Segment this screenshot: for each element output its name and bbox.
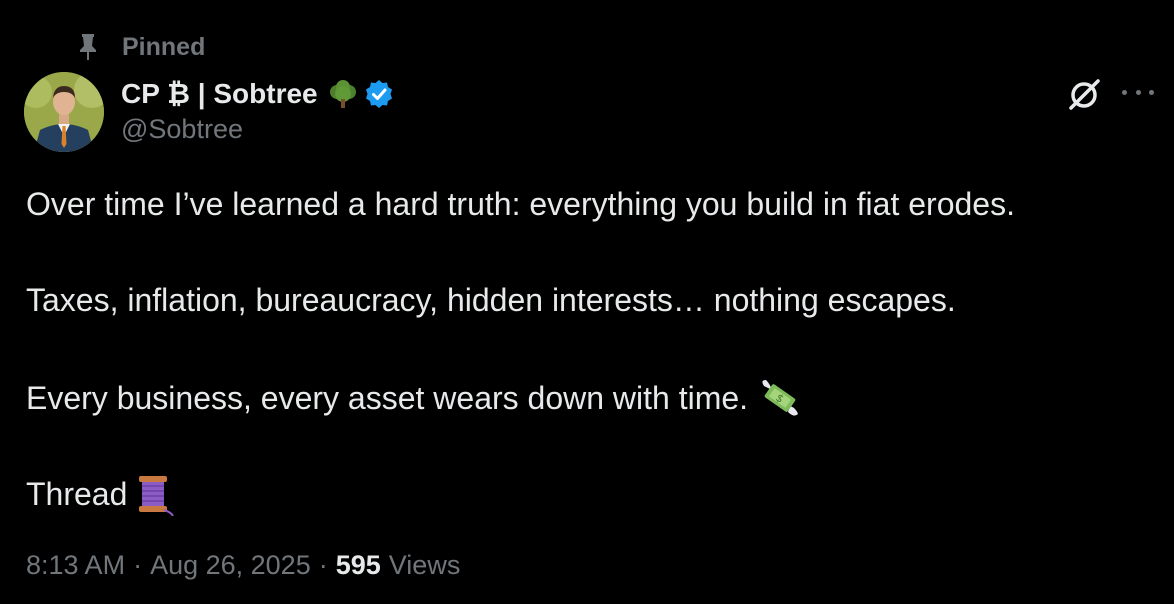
tweet-text-line-with-emoji: Every business, every asset wears down w… bbox=[26, 376, 802, 420]
pinned-label: Pinned bbox=[122, 32, 206, 61]
avatar[interactable] bbox=[24, 72, 104, 152]
more-dot bbox=[1135, 89, 1141, 95]
pin-icon bbox=[76, 33, 100, 61]
author-handle[interactable]: @Sobtree bbox=[121, 114, 243, 145]
tweet-text-line-with-emoji: Thread bbox=[26, 472, 175, 516]
meta-separator: · bbox=[318, 550, 328, 580]
pinned-indicator: Pinned bbox=[76, 30, 205, 64]
tweet-text-line: Thread bbox=[26, 476, 128, 512]
more-options-icon[interactable] bbox=[1122, 80, 1154, 104]
views-label[interactable]: Views bbox=[389, 550, 461, 581]
views-count[interactable]: 595 bbox=[336, 550, 381, 581]
grok-icon[interactable] bbox=[1067, 76, 1103, 112]
tweet-date[interactable]: Aug 26, 2025 bbox=[150, 550, 311, 581]
verified-badge-icon[interactable] bbox=[364, 79, 394, 109]
tree-emoji-icon bbox=[328, 79, 358, 109]
tweet-card[interactable]: Pinned CP ₿ | Sobtree @Sobtree Over time… bbox=[0, 0, 1174, 604]
more-dot bbox=[1122, 89, 1127, 95]
tweet-text-line: Taxes, inflation, bureaucracy, hidden in… bbox=[26, 282, 956, 318]
tweet-text-line: Every business, every asset wears down w… bbox=[26, 380, 749, 416]
tweet-text-line: Over time I’ve learned a hard truth: eve… bbox=[26, 186, 1015, 222]
tweet-metadata: 8:13 AM · Aug 26, 2025 · 595 Views bbox=[26, 550, 460, 581]
thread-spool-icon bbox=[135, 472, 175, 516]
author-name-row[interactable]: CP ₿ | Sobtree bbox=[121, 74, 394, 114]
money-with-wings-icon: $ bbox=[758, 376, 802, 420]
more-dot bbox=[1149, 89, 1154, 95]
meta-separator: · bbox=[133, 550, 143, 580]
author-display-name[interactable]: CP ₿ | Sobtree bbox=[121, 78, 318, 110]
tweet-time[interactable]: 8:13 AM bbox=[26, 550, 125, 581]
